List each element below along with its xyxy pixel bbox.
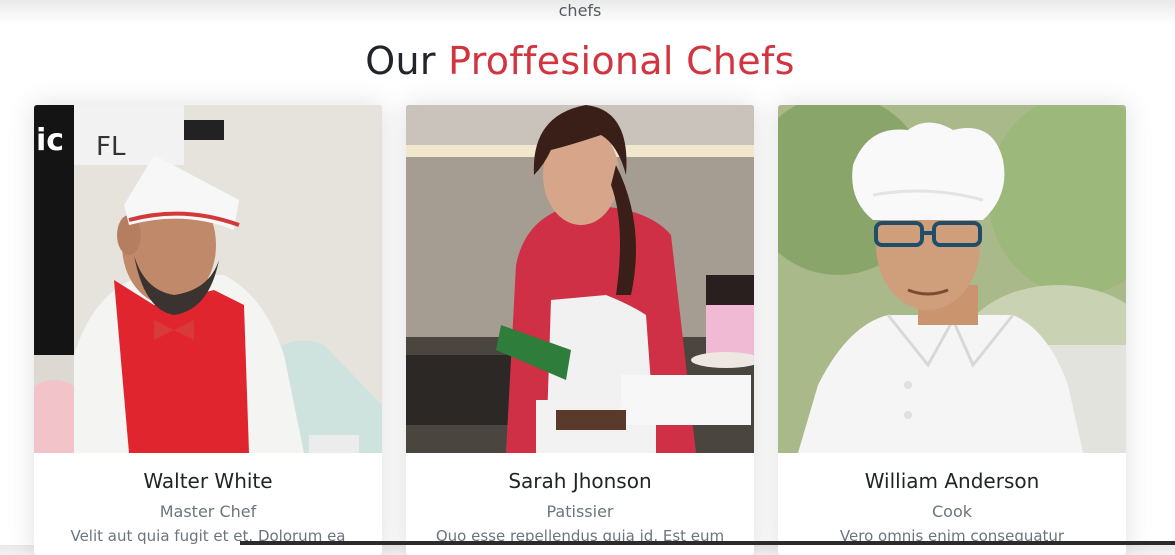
horizontal-scrollbar[interactable]: [240, 541, 1175, 545]
chef-photo: ic FL: [34, 105, 382, 453]
chef-role: Master Chef: [159, 502, 257, 521]
section-title-accent: Proffesional Chefs: [448, 39, 795, 83]
chef-card: ic FL Walter White Master Chef Velit aut…: [34, 105, 382, 555]
chef-card: William Anderson Cook Vero omnis enim co…: [778, 105, 1126, 555]
chef-card: Sarah Jhonson Patissier Quo esse repelle…: [406, 105, 754, 555]
chef-name: Sarah Jhonson: [508, 469, 652, 493]
chef-name: Walter White: [143, 469, 273, 493]
chef-role: Patissier: [546, 502, 614, 521]
svg-text:FL: FL: [96, 132, 126, 162]
svg-text:ic: ic: [36, 123, 64, 158]
chef-name: William Anderson: [864, 469, 1040, 493]
section-title: Our Proffesional Chefs: [0, 36, 1160, 86]
section-subtitle: chefs: [558, 1, 602, 20]
chef-role: Cook: [931, 502, 972, 521]
chef-photo: [406, 105, 754, 453]
section-title-prefix: Our: [365, 39, 436, 83]
chef-photo: [778, 105, 1126, 453]
